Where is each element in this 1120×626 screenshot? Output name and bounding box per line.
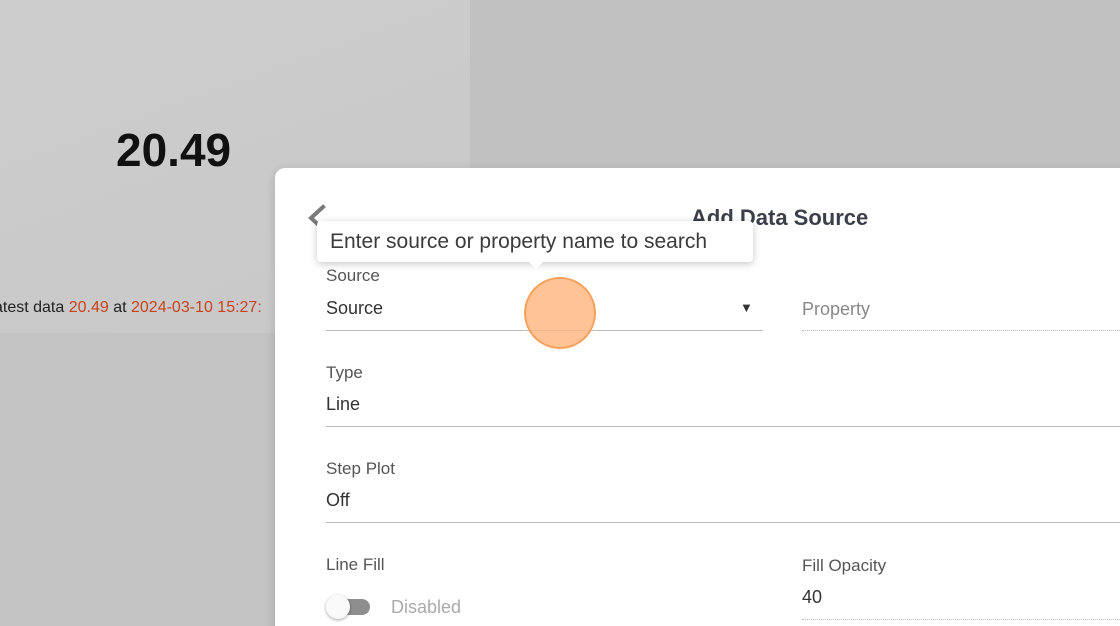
fill-opacity-label: Fill Opacity: [802, 556, 887, 575]
caret-down-icon[interactable]: ▼: [740, 300, 753, 315]
toggle-knob: [326, 595, 350, 619]
widget-big-value: 20.49: [116, 124, 232, 176]
source-select[interactable]: Source: [326, 298, 383, 319]
line-fill-state: Disabled: [391, 597, 462, 617]
latest-value: 20.49: [68, 299, 109, 316]
search-hint-tooltip: Enter source or property name to search: [317, 221, 753, 262]
line-fill-toggle[interactable]: [326, 595, 372, 619]
line-fill-label: Line Fill: [326, 555, 385, 574]
latest-time: 2024-03-10 15:27:: [131, 299, 262, 316]
fill-opacity-input[interactable]: 40: [802, 587, 822, 608]
latest-prefix: atest data: [0, 299, 69, 316]
type-underline: [326, 426, 1120, 427]
step-plot-label: Step Plot: [326, 459, 395, 478]
source-label: Source: [326, 266, 380, 285]
fill-opacity-underline: [802, 619, 1120, 620]
step-plot-underline: [326, 522, 1120, 523]
type-select[interactable]: Line: [326, 394, 360, 415]
property-input[interactable]: Property: [802, 299, 870, 320]
type-label: Type: [326, 363, 363, 382]
property-underline: [802, 330, 1120, 331]
tooltip-caret: [528, 261, 544, 269]
step-plot-select[interactable]: Off: [326, 490, 350, 511]
latest-at: at: [108, 299, 131, 316]
widget-latest-data: atest data 20.49 at 2024-03-10 15:27:: [0, 299, 262, 317]
cursor-click-indicator: [524, 277, 596, 349]
